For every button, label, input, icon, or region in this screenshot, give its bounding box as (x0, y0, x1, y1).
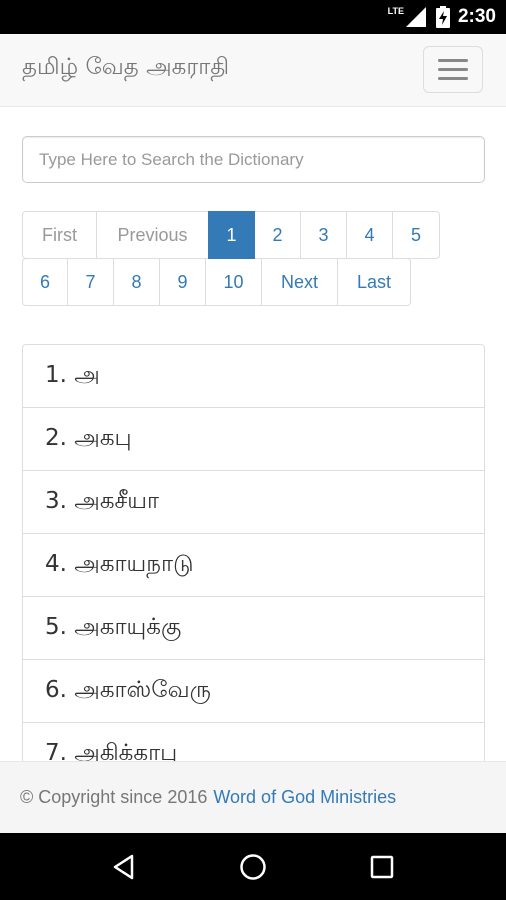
recents-button[interactable] (352, 837, 412, 897)
status-bar: LTE 2:30 (0, 0, 506, 34)
list-item[interactable]: 5. அகாயுக்கு (22, 596, 485, 660)
list-item[interactable]: 1. அ (22, 344, 485, 408)
system-nav-bar (0, 833, 506, 900)
navbar: தமிழ் வேத அகராதி (0, 34, 506, 107)
page-9-button[interactable]: 9 (159, 258, 206, 306)
hamburger-menu-button[interactable] (423, 46, 483, 93)
copyright-text: © Copyright since 2016 (20, 787, 208, 807)
dictionary-list: 1. அ 2. அகபு 3. அகசீயா 4. அகாயநாடு 5. அக… (22, 344, 485, 786)
page-first-button[interactable]: First (22, 211, 97, 259)
page-10-button[interactable]: 10 (205, 258, 262, 306)
footer: © Copyright since 2016 Word of God Minis… (0, 761, 506, 833)
search-input[interactable] (22, 136, 485, 183)
page-3-button[interactable]: 3 (300, 211, 347, 259)
page-last-button[interactable]: Last (337, 258, 411, 306)
page-7-button[interactable]: 7 (67, 258, 114, 306)
list-item[interactable]: 2. அகபு (22, 407, 485, 471)
clock: 2:30 (457, 6, 496, 27)
page-6-button[interactable]: 6 (22, 258, 68, 306)
back-button[interactable] (94, 837, 154, 897)
pagination-row-2: 6 7 8 9 10 Next Last (22, 258, 485, 306)
list-item[interactable]: 6. அகாஸ்வேரு (22, 659, 485, 723)
back-icon (114, 854, 134, 879)
page-next-button[interactable]: Next (261, 258, 338, 306)
network-type: LTE (387, 6, 404, 16)
page-4-button[interactable]: 4 (346, 211, 393, 259)
hamburger-menu-icon (438, 59, 468, 62)
signal-icon (405, 7, 426, 27)
page-previous-button[interactable]: Previous (96, 211, 209, 259)
hamburger-bar (438, 77, 468, 80)
battery-icon (435, 6, 450, 28)
app-title[interactable]: தமிழ் வேத அகராதி (22, 54, 229, 83)
pagination-row-1: First Previous 1 2 3 4 5 (22, 211, 485, 259)
page-5-button[interactable]: 5 (392, 211, 440, 259)
list-item[interactable]: 4. அகாயநாடு (22, 533, 485, 597)
hamburger-bar (438, 68, 468, 71)
home-icon (240, 853, 266, 880)
page-8-button[interactable]: 8 (113, 258, 160, 306)
home-button[interactable] (223, 837, 283, 897)
recents-icon (370, 855, 393, 878)
ministry-link[interactable]: Word of God Ministries (213, 787, 396, 808)
page-2-button[interactable]: 2 (254, 211, 301, 259)
list-item[interactable]: 3. அகசீயா (22, 470, 485, 534)
page-1-button[interactable]: 1 (208, 211, 255, 259)
